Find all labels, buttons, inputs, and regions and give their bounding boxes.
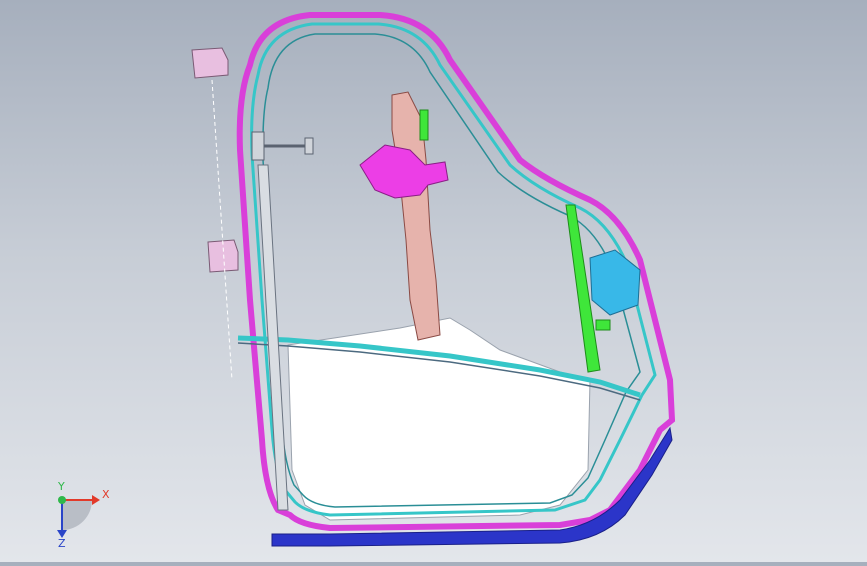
- x-axis-arrowhead: [92, 495, 100, 505]
- triad-background-arc: [62, 500, 92, 530]
- x-axis-label: X: [102, 488, 110, 501]
- y-axis-label: Y: [57, 480, 65, 493]
- axis-triad-graphic: X Y Z: [57, 480, 110, 550]
- cad-viewport[interactable]: X Y Z: [0, 0, 867, 562]
- guide-rail-bracket[interactable]: [595, 319, 611, 331]
- hinge-axis: [211, 79, 233, 381]
- z-axis-label: Z: [58, 537, 66, 548]
- lower-hinge[interactable]: [207, 239, 239, 273]
- mirror-bracket[interactable]: [589, 249, 641, 316]
- window-regulator-rail[interactable]: [391, 91, 441, 341]
- regulator-green-clip[interactable]: [419, 109, 429, 141]
- regulator-motor[interactable]: [359, 144, 449, 199]
- door-assembly-model[interactable]: [0, 0, 867, 562]
- check-strap-end[interactable]: [304, 137, 314, 155]
- y-axis-dot: [58, 496, 66, 504]
- coordinate-triad: X Y Z: [40, 478, 120, 550]
- upper-hinge[interactable]: [191, 47, 229, 79]
- window-glass[interactable]: [287, 317, 591, 521]
- door-latch-block[interactable]: [251, 131, 265, 161]
